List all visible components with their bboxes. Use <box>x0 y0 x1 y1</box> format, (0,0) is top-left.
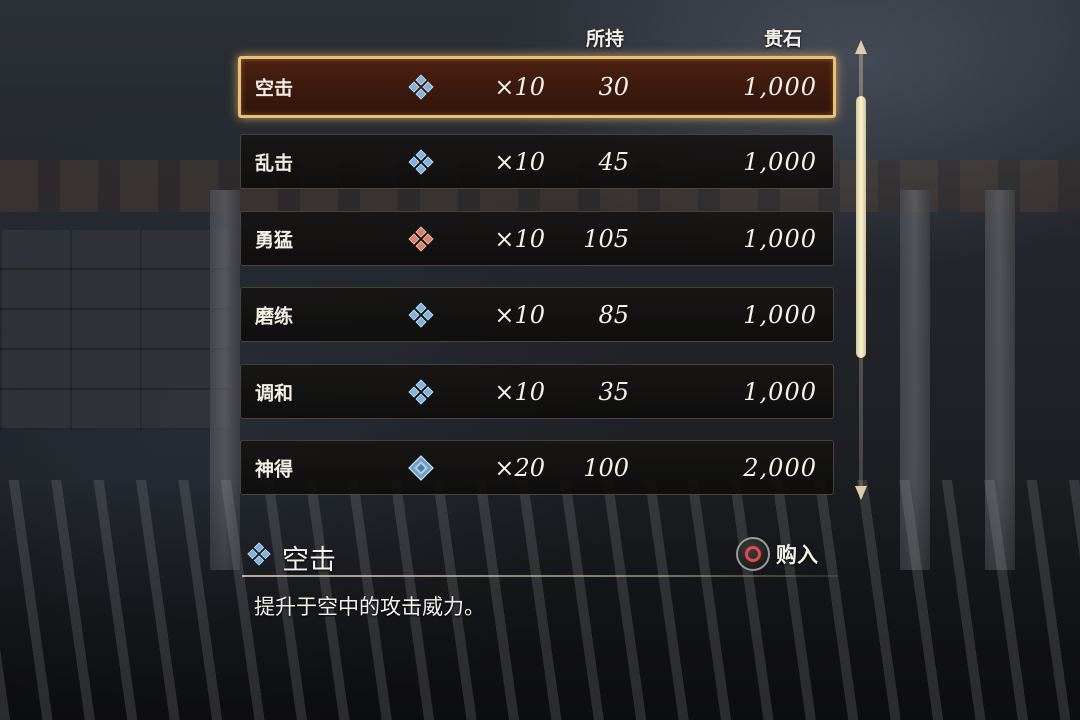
shop-item-row[interactable]: 磨练 ×10 85 1,000 <box>240 287 834 342</box>
item-price: 1,000 <box>743 73 817 101</box>
item-quantity: ×20 <box>494 453 545 482</box>
stone-wall <box>0 230 230 430</box>
item-price: 2,000 <box>743 453 817 482</box>
scroll-up-arrow-icon <box>855 40 867 54</box>
shop-item-row[interactable]: 空击 ×10 30 1,000 <box>238 56 836 118</box>
item-price: 1,000 <box>743 147 817 176</box>
detail-title: 空击 <box>282 545 336 576</box>
item-price: 1,000 <box>743 300 817 329</box>
item-owned-count: 100 <box>583 453 629 482</box>
shop-item-row[interactable]: 乱击 ×10 45 1,000 <box>240 134 834 189</box>
item-name: 空击 <box>255 77 294 100</box>
rubble <box>0 480 1080 720</box>
item-owned-count: 105 <box>583 224 629 253</box>
blue-diamond-gem-icon <box>407 454 435 482</box>
item-quantity: ×10 <box>494 224 545 253</box>
item-quantity: ×10 <box>494 147 545 176</box>
blue-clover-gem-icon <box>407 148 435 176</box>
item-name: 神得 <box>255 458 294 480</box>
item-price: 1,000 <box>743 377 817 406</box>
blue-clover-gem-icon <box>246 541 272 567</box>
blue-clover-gem-icon <box>407 73 435 101</box>
item-owned-count: 85 <box>598 300 629 329</box>
scrollbar-thumb[interactable] <box>856 96 866 358</box>
detail-divider <box>242 575 838 577</box>
shop-item-row[interactable]: 神得 ×20 100 2,000 <box>240 440 834 495</box>
blue-clover-gem-icon <box>407 301 435 329</box>
owned-column-header: 所持 <box>586 28 625 50</box>
item-quantity: ×10 <box>494 73 545 101</box>
scroll-down-arrow-icon <box>855 486 867 500</box>
item-name: 磨练 <box>255 305 294 327</box>
item-name: 勇猛 <box>255 229 294 251</box>
item-name: 乱击 <box>255 152 294 174</box>
item-quantity: ×10 <box>494 377 545 406</box>
blue-clover-gem-icon <box>407 378 435 406</box>
detail-description: 提升于空中的攻击威力。 <box>254 595 485 619</box>
circle-button-icon <box>736 537 770 571</box>
item-owned-count: 35 <box>598 377 629 406</box>
buy-button-label: 购入 <box>776 543 818 567</box>
item-name: 调和 <box>255 382 294 404</box>
item-owned-count: 45 <box>598 147 629 176</box>
gems-column-header: 贵石 <box>764 28 803 50</box>
item-price: 1,000 <box>743 224 817 253</box>
item-quantity: ×10 <box>494 300 545 329</box>
shop-item-row[interactable]: 勇猛 ×10 105 1,000 <box>240 211 834 266</box>
buy-button[interactable]: 购入 <box>736 534 818 574</box>
shop-item-row[interactable]: 调和 ×10 35 1,000 <box>240 364 834 419</box>
red-clover-gem-icon <box>407 225 435 253</box>
item-owned-count: 30 <box>598 73 629 101</box>
